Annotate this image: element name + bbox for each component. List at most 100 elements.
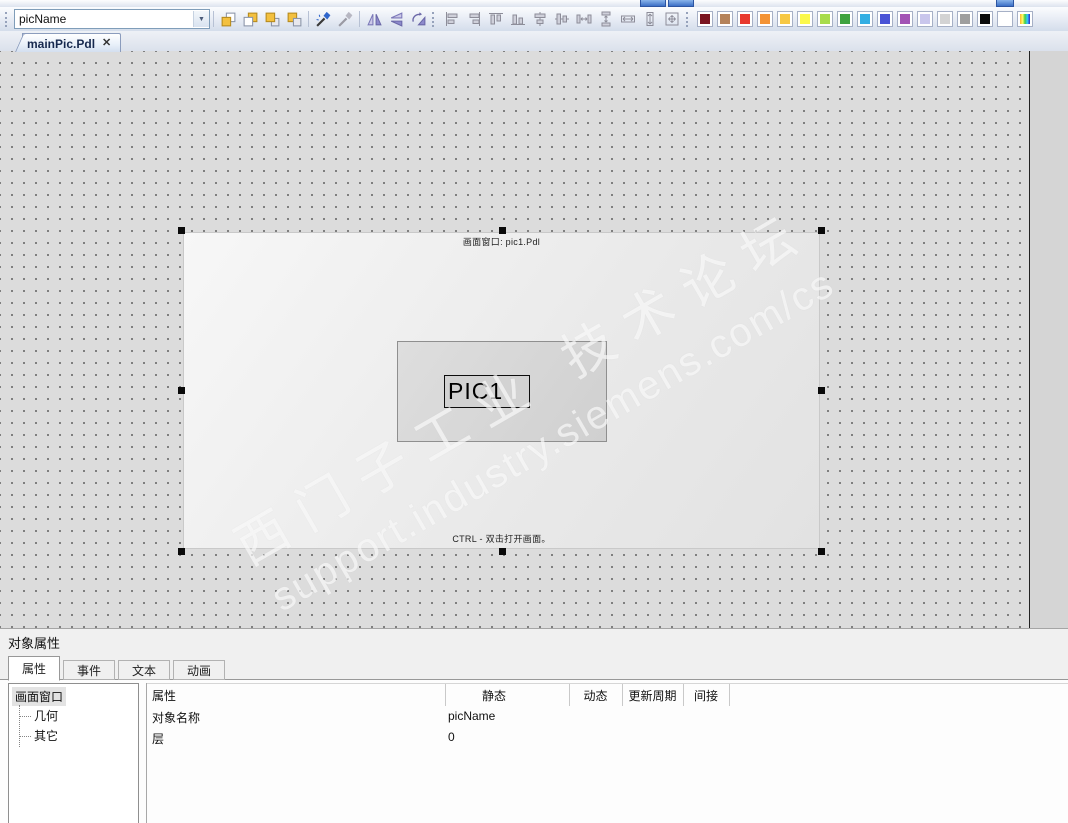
color-swatch[interactable]: [857, 11, 873, 27]
flip-horizontal-button[interactable]: [363, 9, 385, 29]
send-to-back-button[interactable]: [239, 9, 261, 29]
header-indirect: 间接: [693, 689, 718, 703]
window-top-strip: [0, 0, 1068, 7]
send-backward-button[interactable]: [283, 9, 305, 29]
color-swatch[interactable]: [717, 11, 733, 27]
rotate-button[interactable]: [407, 9, 429, 29]
toolbar-separator: [308, 11, 309, 27]
column-separator: [569, 684, 570, 706]
color-swatch[interactable]: [737, 11, 753, 27]
align-bottom-icon[interactable]: [507, 9, 529, 29]
window-fragment: [996, 0, 1014, 7]
tab-animation[interactable]: 动画: [173, 660, 226, 680]
color-swatch[interactable]: [897, 11, 913, 27]
object-name-combobox-value[interactable]: picName: [15, 12, 193, 26]
attribute-value[interactable]: 0: [448, 730, 455, 744]
bring-to-front-button[interactable]: [217, 9, 239, 29]
picture-window-object[interactable]: 画面窗口: pic1.Pdl PIC1 CTRL - 双击打开画面。: [183, 232, 820, 549]
window-fragment: [640, 0, 666, 7]
color-swatch[interactable]: [797, 11, 813, 27]
align-right-icon[interactable]: [463, 9, 485, 29]
selection-handle-bottom-center[interactable]: [499, 548, 506, 555]
toolbar-grip[interactable]: [432, 11, 438, 27]
chevron-down-icon[interactable]: ▼: [193, 11, 209, 27]
column-separator: [729, 684, 730, 706]
header-attribute: 属性: [152, 689, 177, 703]
custom-color-picker[interactable]: [1017, 11, 1033, 27]
panel-title: 对象属性: [8, 636, 61, 651]
tree-item-geometry[interactable]: 几何: [9, 706, 138, 726]
window-fragment: [668, 0, 694, 7]
attribute-name: 层: [152, 732, 165, 746]
copy-properties-eyedropper-icon[interactable]: [312, 9, 334, 29]
toolbar-separator: [359, 11, 360, 27]
properties-tab-bar: 属性 事件 文本 动画: [8, 655, 228, 681]
column-separator: [445, 684, 446, 706]
picture-window-preview: PIC1: [397, 341, 607, 442]
selection-handle-bottom-left[interactable]: [178, 548, 185, 555]
canvas-outside-area: [1029, 51, 1068, 628]
distribute-horizontal-icon[interactable]: [573, 9, 595, 29]
tab-properties[interactable]: 属性: [8, 656, 61, 681]
toolbar-grip[interactable]: [5, 11, 11, 27]
header-update-cycle: 更新周期: [628, 689, 677, 703]
attribute-value[interactable]: picName: [448, 709, 495, 723]
tab-label: mainPic.Pdl: [27, 36, 96, 51]
color-swatch[interactable]: [697, 11, 713, 27]
color-swatch[interactable]: [977, 11, 993, 27]
same-width-icon[interactable]: [617, 9, 639, 29]
table-row: 层 0: [147, 727, 1068, 748]
column-separator: [622, 684, 623, 706]
header-static: 静态: [481, 689, 506, 703]
align-top-icon[interactable]: [485, 9, 507, 29]
property-tree[interactable]: 画面窗口 几何 其它: [8, 683, 139, 823]
selection-handle-top-center[interactable]: [499, 227, 506, 234]
color-swatch[interactable]: [817, 11, 833, 27]
color-swatch[interactable]: [837, 11, 853, 27]
properties-content: 画面窗口 几何 其它 属性 静态 动态 更新周期 间接 对象名称 picName: [0, 680, 1068, 823]
selection-handle-middle-left[interactable]: [178, 387, 185, 394]
object-properties-panel: 对象属性 属性 事件 文本 动画 画面窗口 几何 其它 属性 静态 动态 更新周…: [0, 628, 1068, 823]
tree-item-picture-window[interactable]: 画面窗口: [12, 687, 67, 706]
selection-handle-middle-right[interactable]: [818, 387, 825, 394]
center-horizontal-icon[interactable]: [551, 9, 573, 29]
center-vertical-icon[interactable]: [529, 9, 551, 29]
selection-handle-bottom-right[interactable]: [818, 548, 825, 555]
selection-handle-top-left[interactable]: [178, 227, 185, 234]
color-swatch[interactable]: [957, 11, 973, 27]
distribute-vertical-icon[interactable]: [595, 9, 617, 29]
table-row: 对象名称 picName: [147, 706, 1068, 727]
header-dynamic: 动态: [583, 689, 608, 703]
color-swatch[interactable]: [937, 11, 953, 27]
tab-mainpic-pdl[interactable]: mainPic.Pdl ✕: [22, 33, 122, 52]
object-name-combobox[interactable]: picName ▼: [14, 9, 210, 29]
color-swatch[interactable]: [757, 11, 773, 27]
drawing-canvas[interactable]: 画面窗口: pic1.Pdl PIC1 CTRL - 双击打开画面。 西门子工业…: [0, 51, 1029, 628]
pic1-button[interactable]: PIC1: [444, 375, 530, 408]
same-size-icon[interactable]: [661, 9, 683, 29]
color-swatch[interactable]: [777, 11, 793, 27]
apply-properties-eyedropper-icon[interactable]: [334, 9, 356, 29]
same-height-icon[interactable]: [639, 9, 661, 29]
toolbar-grip[interactable]: [686, 11, 692, 27]
flip-vertical-button[interactable]: [385, 9, 407, 29]
color-swatch[interactable]: [997, 11, 1013, 27]
close-icon[interactable]: ✕: [102, 38, 111, 49]
picture-window-hint: CTRL - 双击打开画面。: [452, 534, 551, 544]
attribute-name: 对象名称: [152, 711, 201, 725]
toolbar-separator: [213, 11, 214, 27]
selection-handle-top-right[interactable]: [818, 227, 825, 234]
picture-window-title: 画面窗口: pic1.Pdl: [462, 237, 541, 247]
main-toolbar: picName ▼: [0, 7, 1068, 32]
color-swatch[interactable]: [917, 11, 933, 27]
bring-forward-button[interactable]: [261, 9, 283, 29]
tree-item-other[interactable]: 其它: [9, 726, 138, 746]
color-swatch[interactable]: [877, 11, 893, 27]
property-grid: 属性 静态 动态 更新周期 间接 对象名称 picName 层 0: [146, 683, 1068, 823]
column-separator: [683, 684, 684, 706]
property-grid-header: 属性 静态 动态 更新周期 间接: [147, 683, 1068, 706]
document-tab-bar: mainPic.Pdl ✕: [0, 31, 1068, 52]
tab-text[interactable]: 文本: [118, 660, 171, 680]
align-left-icon[interactable]: [441, 9, 463, 29]
tab-events[interactable]: 事件: [63, 660, 116, 680]
